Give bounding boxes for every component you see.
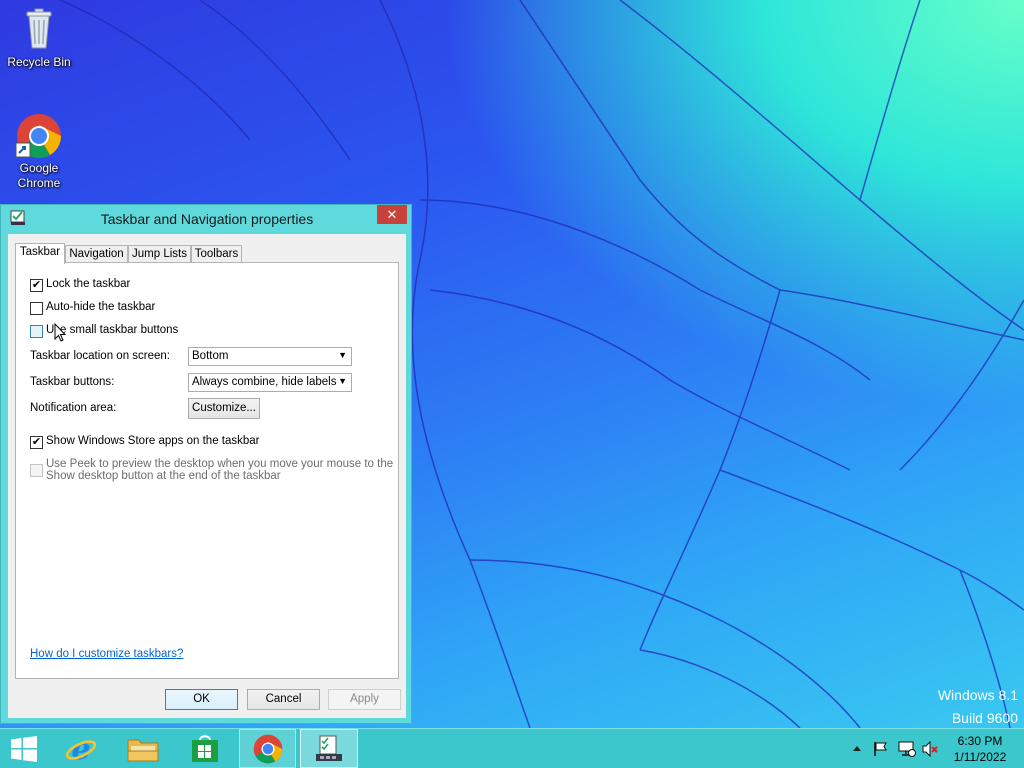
tab-taskbar[interactable]: Taskbar: [15, 243, 65, 264]
chevron-down-icon: ▼: [338, 350, 347, 360]
help-link[interactable]: How do I customize taskbars?: [30, 648, 183, 660]
lock-taskbar-checkbox[interactable]: ✔: [30, 279, 43, 292]
watermark-line2: Build 9600: [951, 710, 1018, 726]
desktop-icon-recycle-bin[interactable]: Recycle Bin: [1, 6, 77, 70]
peek-label-line1: Use Peek to preview the desktop when you…: [46, 458, 394, 470]
desktop-icon-google-chrome[interactable]: Google Chrome: [1, 113, 77, 191]
peek-checkbox: [30, 464, 43, 477]
taskbar-properties-window[interactable]: [300, 729, 358, 768]
show-hidden-icons-chevron-icon[interactable]: [852, 741, 868, 757]
network-icon[interactable]: [898, 741, 916, 757]
taskbar-google-chrome[interactable]: [239, 729, 296, 768]
taskbar-internet-explorer[interactable]: e: [54, 729, 108, 768]
store-apps-label: Show Windows Store apps on the taskbar: [46, 435, 260, 447]
windows-logo-icon: [11, 735, 37, 762]
lock-taskbar-label: Lock the taskbar: [46, 278, 131, 290]
small-buttons-checkbox[interactable]: [30, 325, 43, 338]
desktop-icon-label-line1: Google: [19, 161, 59, 175]
recycle-bin-icon: [1, 6, 77, 53]
tab-navigation[interactable]: Navigation: [65, 245, 128, 262]
ie-icon: e: [65, 733, 97, 765]
mouse-cursor-icon: [54, 323, 66, 342]
clock-time: 6:30 PM: [957, 734, 1003, 748]
auto-hide-checkbox[interactable]: [30, 302, 43, 315]
store-icon: [192, 734, 218, 762]
desktop-icon-label-line2: Chrome: [17, 176, 61, 190]
clock-date: 1/11/2022: [953, 750, 1007, 764]
taskbar-buttons-label: Taskbar buttons:: [30, 376, 115, 388]
taskbar-properties-dialog: Taskbar and Navigation properties ✕ Task…: [0, 204, 412, 724]
watermark-line1: Windows 8.1: [937, 687, 1018, 703]
start-button[interactable]: [0, 729, 48, 768]
dialog-title: Taskbar and Navigation properties: [100, 211, 314, 227]
chrome-icon: [253, 734, 282, 763]
location-select-value: Bottom: [192, 350, 229, 362]
notification-area-label: Notification area:: [30, 402, 117, 414]
tab-jump-lists[interactable]: Jump Lists: [128, 245, 191, 262]
peek-label-line2: Show desktop button at the end of the ta…: [46, 470, 281, 482]
dialog-client-area: Taskbar Navigation Jump Lists Toolbars ✔…: [8, 234, 406, 718]
taskbar-buttons-select-value: Always combine, hide labels: [192, 376, 337, 388]
location-label: Taskbar location on screen:: [30, 350, 170, 362]
taskbar-properties-icon: [316, 735, 342, 761]
taskbar-windows-store[interactable]: [178, 729, 232, 768]
volume-muted-icon[interactable]: [922, 740, 938, 758]
auto-hide-label: Auto-hide the taskbar: [46, 301, 156, 313]
folder-icon: [127, 739, 159, 761]
taskbar: e 6:30 PM 1/11/2022: [0, 728, 1024, 768]
location-select[interactable]: Bottom ▼: [188, 347, 352, 366]
close-button[interactable]: ✕: [377, 205, 407, 224]
build-watermark: Windows 8.1 Build 9600: [938, 684, 1018, 730]
taskbar-tab-panel: ✔ Lock the taskbar Auto-hide the taskbar…: [15, 262, 399, 679]
system-clock[interactable]: 6:30 PM 1/11/2022: [950, 733, 1010, 765]
chevron-down-icon: ▼: [338, 376, 347, 386]
customize-button[interactable]: Customize...: [188, 398, 260, 419]
desktop-icon-label: Recycle Bin: [7, 55, 71, 69]
cancel-button[interactable]: Cancel: [247, 689, 320, 710]
store-apps-checkbox[interactable]: ✔: [30, 436, 43, 449]
action-center-flag-icon[interactable]: [873, 741, 889, 757]
dialog-titlebar[interactable]: Taskbar and Navigation properties ✕: [1, 205, 411, 232]
ok-button[interactable]: OK: [165, 689, 238, 710]
svg-text:e: e: [71, 733, 90, 765]
taskbar-buttons-select[interactable]: Always combine, hide labels ▼: [188, 373, 352, 392]
apply-button: Apply: [328, 689, 401, 710]
taskbar-file-explorer[interactable]: [116, 729, 170, 768]
chrome-icon: [15, 113, 62, 159]
tab-toolbars[interactable]: Toolbars: [191, 245, 242, 262]
